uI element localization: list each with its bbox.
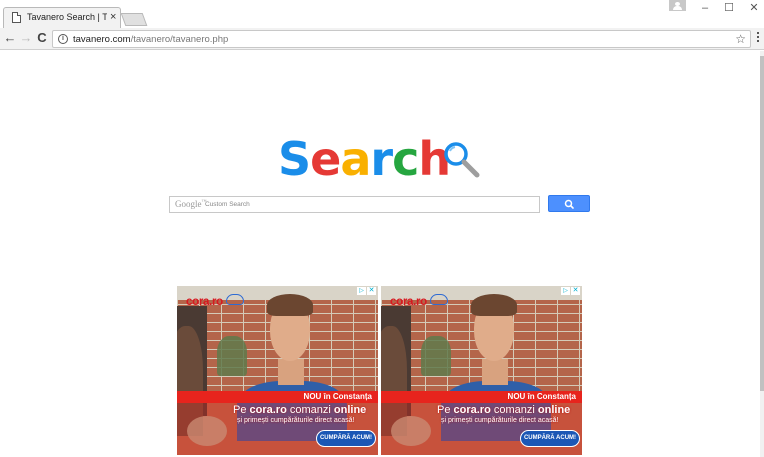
browser-toolbar: ← → C i tavanero.com/tavanero/tavanero.p… — [0, 28, 764, 50]
logo-letter: r — [370, 132, 393, 186]
ad-subtext: și primești cumpărăturile direct acasă! — [237, 417, 355, 424]
tab-title: Tavanero Search | Tavane — [27, 12, 107, 22]
browser-tab[interactable]: Tavanero Search | Tavane × — [3, 7, 121, 28]
logo-letter: S — [278, 132, 311, 186]
search-input[interactable]: Google™ Custom Search — [169, 196, 540, 213]
search-placeholder: Custom Search — [205, 201, 250, 208]
url-text[interactable]: tavanero.com/tavanero/tavanero.php — [73, 34, 228, 45]
back-arrow-icon[interactable]: ← — [2, 30, 18, 46]
site-info-icon[interactable]: i — [58, 34, 68, 44]
search-button[interactable] — [548, 195, 590, 212]
ad-brand-logo: cora.ro — [186, 296, 223, 308]
browser-menu-icon[interactable] — [756, 32, 760, 46]
scrollbar-thumb[interactable] — [760, 56, 764, 391]
ad-headline: Pe cora.ro comanzi online — [437, 404, 571, 416]
close-window-button[interactable]: ✕ — [744, 0, 764, 16]
search-logo: Search — [278, 132, 451, 186]
url-path: /tavanero/tavanero.php — [130, 34, 229, 45]
ad-nou-label: NOU în Constanța — [507, 392, 576, 401]
ad-subtext: și primești cumpărăturile direct acasă! — [441, 417, 559, 424]
logo-letter: e — [310, 132, 341, 186]
magnifier-icon — [444, 142, 480, 178]
tab-close-icon[interactable]: × — [110, 10, 116, 24]
minimize-button[interactable]: – — [695, 0, 715, 16]
logo-letter: a — [340, 132, 371, 186]
google-brand-label: Google™ — [175, 199, 207, 209]
page-icon — [12, 12, 21, 23]
ad-brand-logo: cora.ro — [390, 296, 427, 308]
ad-banner[interactable]: cora.ro ▷ ✕ NOU în Constanța Pe cora.ro … — [381, 286, 582, 455]
ad-headline: Pe cora.ro comanzi online — [233, 404, 367, 416]
ad-cta-button[interactable]: CUMPĂRĂ ACUM! — [316, 430, 376, 447]
ad-nou-label: NOU în Constanța — [303, 392, 372, 401]
logo-letter: c — [392, 132, 419, 186]
search-icon — [564, 199, 574, 209]
profile-icon[interactable] — [669, 0, 686, 11]
bookmark-star-icon[interactable]: ☆ — [735, 31, 746, 47]
url-host: tavanero.com — [73, 34, 131, 45]
address-bar[interactable]: i tavanero.com/tavanero/tavanero.php ☆ — [52, 30, 751, 48]
forward-arrow-icon[interactable]: → — [18, 30, 34, 46]
ad-close-icon[interactable]: ✕ — [571, 287, 580, 295]
adchoices-icon[interactable]: ▷ — [357, 287, 366, 295]
ad-close-icon[interactable]: ✕ — [367, 287, 376, 295]
cloud-car-icon — [226, 294, 244, 305]
ad-cta-button[interactable]: CUMPĂRĂ ACUM! — [520, 430, 580, 447]
maximize-button[interactable]: ☐ — [719, 0, 739, 16]
reload-icon[interactable]: C — [34, 30, 50, 46]
cloud-car-icon — [430, 294, 448, 305]
tab-strip: Tavanero Search | Tavane × – ☐ ✕ — [0, 0, 764, 28]
ad-banner[interactable]: cora.ro ▷ ✕ NOU în Constanța Pe cora.ro … — [177, 286, 378, 455]
adchoices-icon[interactable]: ▷ — [561, 287, 570, 295]
new-tab-button[interactable] — [120, 13, 148, 26]
